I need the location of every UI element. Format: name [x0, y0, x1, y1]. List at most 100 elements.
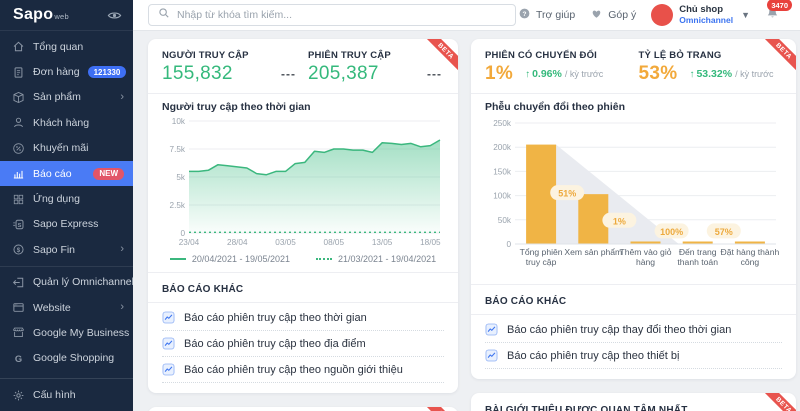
sidebar-item-don-hang[interactable]: Đơn hàng121330›: [0, 59, 133, 84]
line-chart-icon: [485, 323, 498, 336]
dashboard-content: BETA NGƯỜI TRUY CẬP 155,832 --- PHIÊN TR…: [133, 31, 800, 411]
metric-bounce-rate: TỶ LỆ BỎ TRANG 53% ↑ 53.32% / kỳ trước: [639, 50, 783, 85]
fin-icon: $: [12, 243, 25, 256]
conversion-funnel-chart: 050k100k150k200k250k51%1%100%57%Tổng phi…: [485, 116, 782, 276]
svg-text:57%: 57%: [715, 227, 733, 237]
top-products-title: SẢN PHẨM ĐƯỢC QUAN TÂM NHẤT: [148, 407, 458, 411]
notifications-button[interactable]: 3470: [765, 5, 780, 25]
help-button[interactable]: ? Trợ giúp: [518, 7, 575, 23]
legend-item[interactable]: 21/03/2021 - 19/04/2021: [316, 254, 436, 264]
account-menu[interactable]: Chủ shop Omnichannel ▼: [651, 4, 750, 26]
sidebar-item-google-shopping[interactable]: GGoogle Shopping: [0, 346, 133, 371]
chart-legend: 20/04/2021 - 19/05/2021 21/03/2021 - 19/0…: [162, 253, 444, 269]
sidebar-item-google-my-business[interactable]: Google My Business: [0, 320, 133, 345]
home-icon: [12, 40, 25, 53]
sidebar-item-khuyen-mai[interactable]: Khuyến mãi: [0, 136, 133, 161]
conversion-metrics-row: PHIÊN CÓ CHUYỂN ĐỔI 1% ↑ 0.96% / kỳ trướ…: [471, 39, 796, 93]
order-icon: [12, 66, 25, 79]
svg-text:250k: 250k: [493, 119, 512, 128]
sidebar-item-san-pham[interactable]: Sản phẩm›: [0, 85, 133, 110]
svg-text:100%: 100%: [660, 227, 683, 237]
chart-title: Phễu chuyển đổi theo phiên: [485, 101, 782, 113]
count-badge: 121330: [88, 66, 127, 78]
svg-text:0: 0: [180, 229, 185, 238]
search-input[interactable]: [177, 9, 506, 21]
sidebar-logo-row: Sapoweb: [0, 0, 133, 31]
svg-text:50k: 50k: [498, 216, 512, 225]
feedback-label: Góp ý: [608, 9, 636, 21]
line-chart-icon: [162, 337, 175, 350]
report-link-label: Báo cáo phiên truy cập theo địa điểm: [184, 338, 366, 350]
sidebar-item-tong-quan[interactable]: Tổng quan: [0, 34, 133, 59]
avatar: [651, 4, 673, 26]
svg-text:28/04: 28/04: [227, 238, 248, 247]
gmb-icon: [12, 326, 25, 339]
sidebar-item-label: Cấu hình: [33, 389, 76, 401]
sidebar-item-label: Quản lý Omnichannel: [33, 276, 133, 288]
main-area: ? Trợ giúp Góp ý Chủ shop Omnichannel ▼: [133, 0, 800, 411]
sidebar-item-sapo-fin[interactable]: $ Sapo Fin ›: [0, 237, 133, 262]
product-icon: [12, 91, 25, 104]
sidebar-item-bao-cao[interactable]: Báo cáoNEW: [0, 161, 133, 186]
metric-value: 1%: [485, 63, 513, 85]
sidebar-item-website[interactable]: Website ›: [0, 295, 133, 320]
report-link-label: Báo cáo phiên truy cập thay đổi theo thờ…: [507, 324, 731, 336]
sidebar-item-label: Khuyến mãi: [33, 142, 88, 154]
report-link[interactable]: Báo cáo phiên truy cập theo địa điểm: [162, 331, 444, 357]
divider: [0, 266, 133, 267]
legend-line-sample: [170, 258, 186, 260]
visitors-metrics-row: NGƯỜI TRUY CẬP 155,832 --- PHIÊN TRUY CẬ…: [148, 39, 458, 93]
notification-count-badge: 3470: [767, 0, 792, 11]
website-icon: [12, 301, 25, 314]
svg-text:23/04: 23/04: [179, 238, 200, 247]
svg-text:hàng: hàng: [636, 257, 655, 267]
metric-visitors: NGƯỜI TRUY CẬP 155,832 ---: [162, 50, 298, 85]
sidebar-item-sapo-express[interactable]: SSapo Express: [0, 212, 133, 237]
legend-label: 21/03/2021 - 19/04/2021: [338, 254, 436, 264]
visitors-card: BETA NGƯỜI TRUY CẬP 155,832 --- PHIÊN TR…: [148, 39, 458, 393]
logo-text: Sapo: [13, 6, 53, 23]
left-column: BETA NGƯỜI TRUY CẬP 155,832 --- PHIÊN TR…: [148, 39, 458, 411]
metric-sessions: PHIÊN TRUY CẬP 205,387 ---: [308, 50, 444, 85]
search-box[interactable]: [148, 4, 516, 26]
report-link[interactable]: Báo cáo phiên truy cập theo thời gian: [162, 305, 444, 331]
account-info: Chủ shop Omnichannel: [679, 4, 733, 25]
divider: [148, 302, 458, 303]
sidebar-item-khach-hang[interactable]: Khách hàng: [0, 110, 133, 135]
sidebar-item-label: Đơn hàng: [33, 66, 80, 78]
divider: [471, 314, 796, 315]
report-links: Báo cáo phiên truy cập theo thời gian Báo…: [162, 305, 444, 383]
report-link[interactable]: Báo cáo phiên truy cập thay đổi theo thờ…: [485, 317, 782, 343]
sidebar-item-label: Sapo Fin: [33, 244, 75, 256]
svg-text:?: ?: [523, 11, 527, 18]
customer-icon: [12, 116, 25, 129]
sapo-logo[interactable]: Sapoweb: [13, 6, 69, 24]
up-arrow-icon: ↑: [525, 69, 530, 80]
sidebar-item-quan-ly-omnichannel[interactable]: Quản lý Omnichannel: [0, 270, 133, 295]
sidebar-item-cau-hinh[interactable]: Cấu hình: [0, 379, 133, 411]
svg-text:truy cập: truy cập: [526, 257, 557, 267]
report-link[interactable]: Báo cáo phiên truy cập theo thiết bị: [485, 343, 782, 369]
svg-text:13/05: 13/05: [372, 238, 393, 247]
report-link-label: Báo cáo phiên truy cập theo thiết bị: [507, 350, 679, 362]
sidebar-item-ung-dung[interactable]: Ứng dụng: [0, 186, 133, 211]
eye-icon[interactable]: [107, 8, 122, 23]
topbar: ? Trợ giúp Góp ý Chủ shop Omnichannel ▼: [133, 0, 800, 31]
feedback-button[interactable]: Góp ý: [590, 7, 636, 23]
sidebar-item-label: Khách hàng: [33, 117, 89, 129]
express-icon: S: [12, 218, 25, 231]
legend-item[interactable]: 20/04/2021 - 19/05/2021: [170, 254, 290, 264]
report-link-label: Báo cáo phiên truy cập theo thời gian: [184, 312, 367, 324]
report-link[interactable]: Báo cáo phiên truy cập theo nguồn giới t…: [162, 357, 444, 383]
sidebar-item-label: Ứng dụng: [33, 193, 80, 205]
metric-label: NGƯỜI TRUY CẬP: [162, 50, 298, 61]
chevron-right-icon: ›: [120, 302, 124, 313]
app-root: Sapoweb Tổng quan Đơn hàng 121330 › Sản phẩm…: [0, 0, 800, 411]
topbar-right: ? Trợ giúp Góp ý Chủ shop Omnichannel ▼: [518, 4, 786, 26]
svg-text:7.5k: 7.5k: [170, 145, 186, 154]
sidebar-item-label: Sản phẩm: [33, 91, 81, 103]
line-chart-icon: [162, 363, 175, 376]
sidebar-item-label: Website: [33, 302, 71, 314]
conversion-card: BETA PHIÊN CÓ CHUYỂN ĐỔI 1% ↑ 0.96% / kỳ…: [471, 39, 796, 379]
chevron-right-icon: ›: [120, 244, 124, 255]
